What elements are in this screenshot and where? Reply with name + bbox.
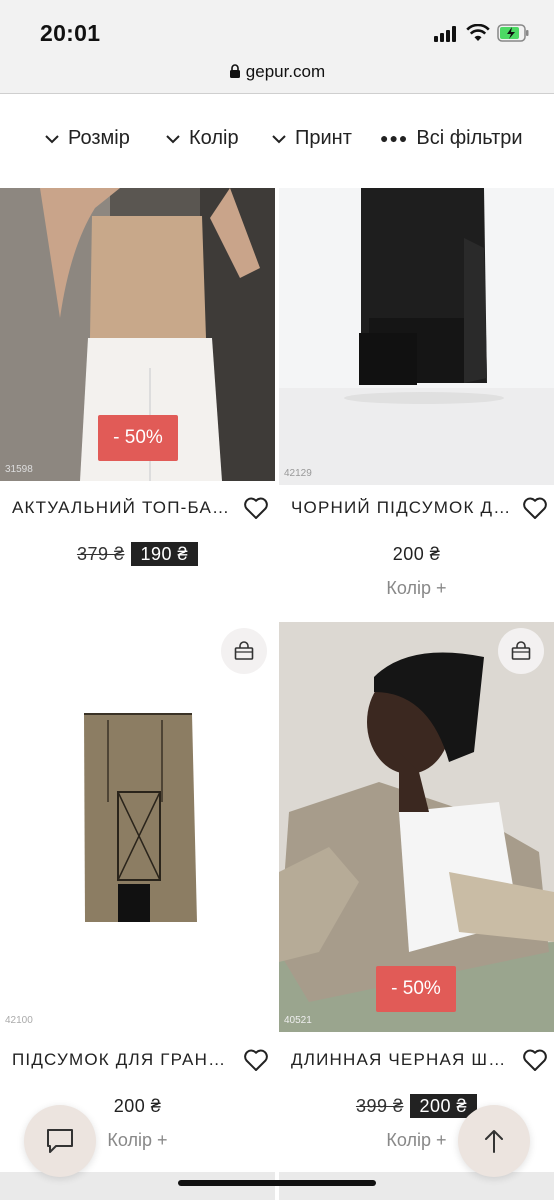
product-card[interactable]: 42100 ПІДСУМОК ДЛЯ ГРАНАТИ 200 ₴ Колір + — [0, 622, 275, 1162]
price-row: 200 ₴ — [279, 544, 554, 565]
product-photo-pouch-olive — [0, 622, 275, 1032]
sale-price: 200 ₴ — [409, 1094, 478, 1118]
status-bar: 20:01 — [0, 0, 554, 56]
heart-icon[interactable] — [243, 1048, 269, 1072]
url-domain: gepur.com — [245, 62, 326, 81]
url-bar[interactable]: gepur.com — [0, 56, 554, 94]
status-time: 20:01 — [40, 20, 101, 46]
url-display[interactable]: gepur.com — [0, 62, 554, 82]
add-to-cart-button[interactable] — [498, 628, 544, 674]
heart-icon[interactable] — [522, 496, 548, 520]
product-title-row: АКТУАЛЬНИЙ ТОП-БАНДО — [0, 488, 275, 528]
heart-icon[interactable] — [243, 496, 269, 520]
product-title[interactable]: ДЛИННАЯ ЧЕРНАЯ ШАПКА — [291, 1050, 513, 1070]
product-photo-pouch-black — [279, 188, 554, 485]
product-image[interactable]: 42100 — [0, 622, 275, 1032]
product-title[interactable]: ПІДСУМОК ДЛЯ ГРАНАТИ — [12, 1050, 234, 1070]
wifi-icon — [466, 24, 490, 41]
add-to-cart-button[interactable] — [221, 628, 267, 674]
old-price: 379 ₴ — [76, 544, 125, 564]
arrow-up-icon — [485, 1130, 503, 1153]
chevron-down-icon — [272, 134, 286, 143]
filter-bar: Розмір Колір Принт ●●● Всі фільтри — [0, 94, 554, 186]
product-title[interactable]: АКТУАЛЬНИЙ ТОП-БАНДО — [12, 498, 234, 518]
battery-icon — [497, 24, 529, 42]
color-more-link[interactable]: Колір + — [279, 578, 554, 599]
filter-all-label: Всі фільтри — [416, 127, 523, 149]
product-title-row: ПІДСУМОК ДЛЯ ГРАНАТИ — [0, 1040, 275, 1080]
chevron-down-icon — [166, 134, 180, 143]
product-card[interactable]: 42129 ЧОРНИЙ ПІДСУМОК ДЛЯ 200 ₴ Колір + — [279, 188, 554, 608]
signal-icon — [434, 26, 460, 42]
sale-price: 190 ₴ — [130, 542, 199, 566]
filter-size-label: Розмір — [68, 127, 130, 149]
product-image[interactable]: 40521 - 50% — [279, 622, 554, 1032]
product-title-row: ЧОРНИЙ ПІДСУМОК ДЛЯ — [279, 488, 554, 528]
sku-label: 42100 — [5, 1015, 33, 1026]
chevron-down-icon — [45, 134, 59, 143]
shopping-bag-icon — [234, 641, 254, 660]
sku-label: 42129 — [284, 468, 312, 479]
dots-icon: ●●● — [380, 129, 409, 146]
next-product-image[interactable] — [279, 1172, 554, 1200]
price-row: 379 ₴ 190 ₴ — [0, 542, 275, 566]
sku-label: 40521 — [284, 1015, 312, 1026]
lock-icon — [229, 64, 240, 78]
old-price: 399 ₴ — [355, 1096, 404, 1116]
product-card[interactable]: 31598 - 50% АКТУАЛЬНИЙ ТОП-БАНДО 379 ₴ 19… — [0, 188, 275, 608]
product-card[interactable]: 40521 - 50% ДЛИННАЯ ЧЕРНАЯ ШАПКА 399 ₴ 20… — [279, 622, 554, 1162]
price: 200 ₴ — [113, 1096, 162, 1116]
discount-badge: - 50% — [376, 966, 456, 1012]
product-title-row: ДЛИННАЯ ЧЕРНАЯ ШАПКА — [279, 1040, 554, 1080]
chat-button[interactable] — [24, 1105, 96, 1177]
filter-size[interactable]: Розмір — [44, 127, 130, 150]
filter-print[interactable]: Принт — [271, 127, 352, 150]
discount-badge: - 50% — [98, 415, 178, 461]
shopping-bag-icon — [511, 641, 531, 660]
sku-label: 31598 — [5, 464, 33, 475]
chat-icon — [47, 1129, 73, 1153]
product-image[interactable]: 31598 - 50% — [0, 188, 275, 481]
filter-all[interactable]: ●●● Всі фільтри — [380, 127, 523, 150]
home-indicator — [178, 1180, 376, 1186]
product-image[interactable]: 42129 — [279, 188, 554, 485]
next-product-image[interactable] — [0, 1172, 275, 1200]
scroll-to-top-button[interactable] — [458, 1105, 530, 1177]
price: 200 ₴ — [392, 544, 441, 564]
filter-color-label: Колір — [189, 127, 239, 149]
filter-print-label: Принт — [295, 127, 352, 149]
product-title[interactable]: ЧОРНИЙ ПІДСУМОК ДЛЯ — [291, 498, 513, 518]
filter-color[interactable]: Колір — [165, 127, 239, 150]
heart-icon[interactable] — [522, 1048, 548, 1072]
